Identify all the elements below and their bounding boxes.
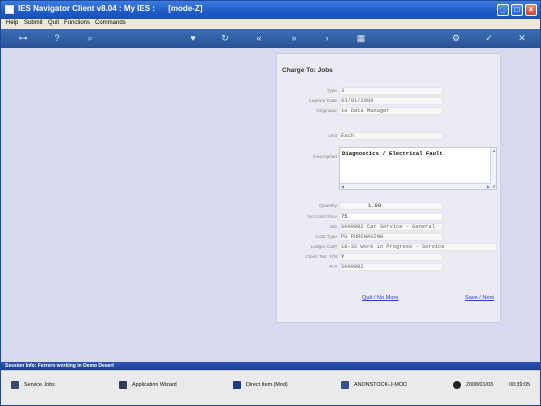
unit-label: Unit [328,134,337,139]
cost-type-field[interactable]: PU PURCHASING [339,233,443,241]
originator-label: Originator [315,109,337,114]
save-next-link[interactable]: Save / Next [465,295,494,301]
date-text: 2008/01/03 [466,382,493,388]
description-text: Diagnostics / Electrical Fault [342,150,443,157]
ref-field[interactable]: S000002 [339,263,443,271]
application-window: IES Navigator Client v8.04 : My IES : [m… [0,0,541,406]
cost-type-label: Cost Type [315,235,337,240]
pointer-icon [233,380,241,389]
window-title: IES Navigator Client v8.04 : My IES : [m… [18,4,203,13]
claim-tax-field[interactable]: Y [339,253,443,261]
clock-icon [453,380,461,389]
capture-date-field[interactable]: 03/01/2008 [339,97,443,105]
menu-commands[interactable]: Commands [95,20,126,26]
time-display: 00:39:05 [509,380,530,390]
time-text: 00:39:05 [509,382,530,388]
ledger-cat-field[interactable]: 18-32 Work in Progress - Service [339,243,497,251]
scroll-down-icon[interactable]: ▼ [492,184,496,189]
scroll-right-icon[interactable]: ▶ [487,184,490,189]
taskbar: Service Jobs Application Wizard Direct I… [1,370,540,405]
task-anonstock[interactable]: ANONSTOCK-J-MOD [341,380,407,390]
minimize-button[interactable]: _ [497,4,509,16]
forward-icon[interactable]: › [321,32,333,44]
task-label: Service Jobs [24,382,55,388]
claim-tax-label: Claim Tax: Y/N [305,255,337,260]
ledger-cat-label: Ledger Cat# [310,245,337,250]
menu-bar: Help Submit Quit Functions Commands [1,19,540,29]
scroll-up-icon[interactable]: ▲ [492,148,496,153]
heart-icon[interactable]: ♥ [187,32,199,44]
grid-icon[interactable]: ▦ [355,32,367,44]
job-field[interactable]: S000002 Car Service - General [339,223,443,231]
job-label: Job [329,225,337,230]
key-icon[interactable]: ⊶ [13,32,33,44]
maximize-button[interactable]: □ [511,4,523,16]
unit-field[interactable]: Each [339,132,443,140]
type-label: Type [326,89,337,94]
task-application-wizard[interactable]: Application Wizard [119,380,177,390]
session-info: Session Info: Ferrero working in Demo De… [5,363,114,369]
incl-unit-price-label: Incl Unit Price [307,215,337,220]
refresh-icon[interactable]: ↻ [219,32,231,44]
ref-label: R # [329,265,337,270]
task-clock: 2008/01/03 [453,380,493,390]
task-label: Direct Item (Mod) [246,382,288,388]
help-icon[interactable]: ? [51,32,63,44]
charge-to-jobs-panel: Charge To: Jobs Type 3 Capture Date 03/0… [276,53,501,323]
fast-forward-icon[interactable]: » [288,32,300,44]
window-icon [119,380,127,389]
task-label: ANONSTOCK-J-MOD [354,382,407,388]
app-icon [5,5,14,14]
scroll-left-icon[interactable]: ◀ [341,184,344,189]
rewind-icon[interactable]: « [253,32,265,44]
quit-no-more-link[interactable]: Quit / No More [362,295,398,301]
description-textarea[interactable]: Diagnostics / Electrical Fault ▲ ▼ ◀ ▶ [339,147,497,190]
task-service-jobs[interactable]: Service Jobs [11,380,55,390]
type-field[interactable]: 3 [339,87,443,95]
capture-date-label: Capture Date [308,99,337,104]
menu-help[interactable]: Help [6,20,18,26]
quantity-label: Quantity [319,204,337,209]
description-label: Description [313,155,337,160]
incl-unit-price-field[interactable]: 75 [339,213,443,221]
task-label: Application Wizard [132,382,177,388]
title-bar: IES Navigator Client v8.04 : My IES : [m… [1,1,540,19]
menu-quit[interactable]: Quit [48,20,59,26]
status-bar: Session Info: Ferrero working in Demo De… [1,362,540,370]
link-icon [341,380,349,389]
close-button[interactable]: × [525,4,537,16]
cancel-icon[interactable]: ✕ [516,32,528,44]
panel-title: Charge To: Jobs [282,67,333,74]
workspace: Charge To: Jobs Type 3 Capture Date 03/0… [1,48,540,362]
originator-field[interactable]: ta Data Manager [339,107,443,115]
toolbar: ⊶ ? ⌕ ♥ ↻ « » › ▦ ⚙ ✓ ✕ [1,29,540,48]
confirm-icon[interactable]: ✓ [483,32,495,44]
document-icon [11,380,19,389]
search-icon[interactable]: ⌕ [84,32,96,44]
task-direct-item[interactable]: Direct Item (Mod) [233,380,288,390]
quantity-field[interactable]: 1.00 [339,202,443,210]
settings-icon[interactable]: ⚙ [450,32,462,44]
menu-submit[interactable]: Submit [24,20,43,26]
description-horizontal-scrollbar[interactable]: ◀ ▶ [340,183,491,189]
menu-functions[interactable]: Functions [64,20,90,26]
